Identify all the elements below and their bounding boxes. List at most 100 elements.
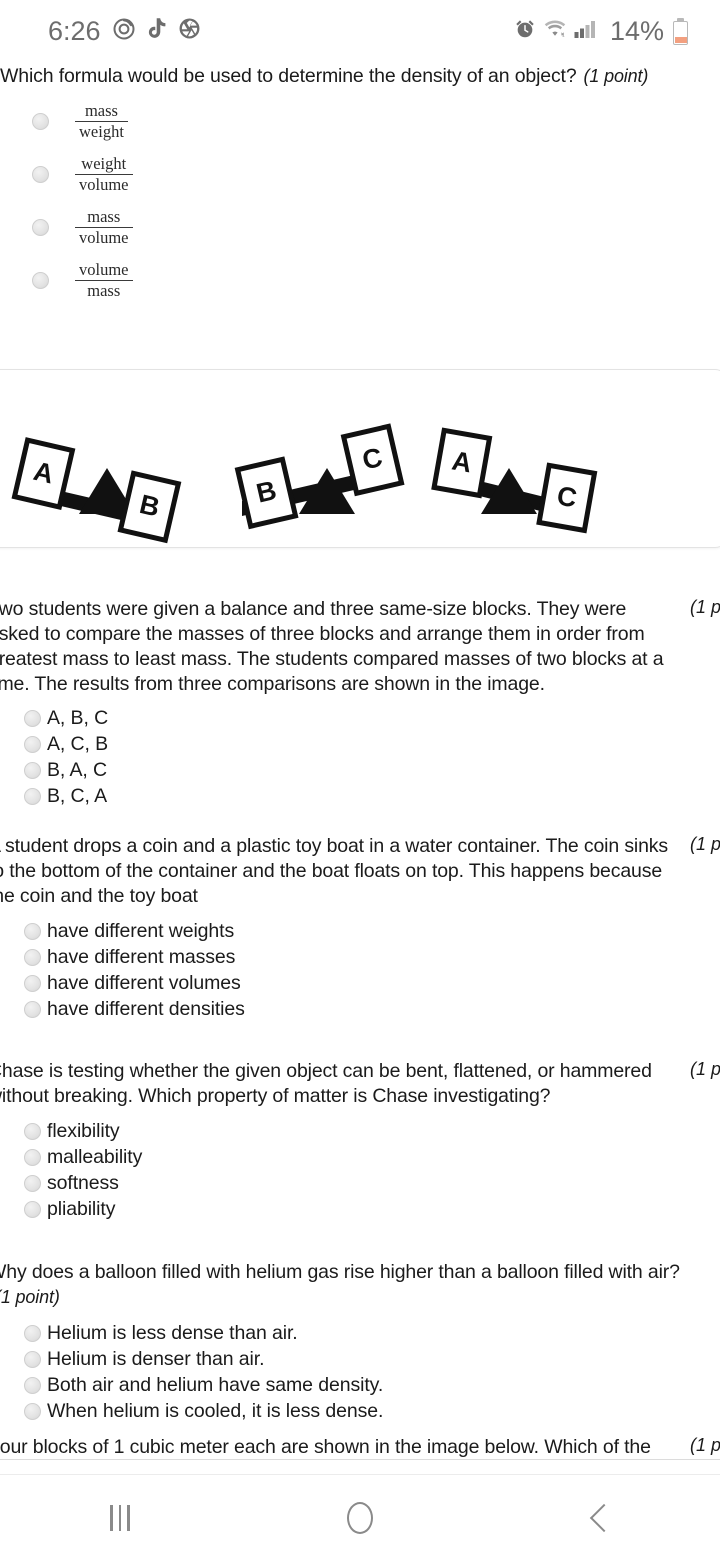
options-list: A, B, C A, C, B B, A, C B, C, A — [24, 705, 720, 809]
radio-button[interactable] — [24, 735, 41, 753]
option-row[interactable]: pliability — [24, 1196, 720, 1222]
question-text: Which formula would be used to determine… — [0, 65, 649, 87]
option-row[interactable]: Helium is less dense than air. — [24, 1320, 720, 1346]
option-label: flexibility — [47, 1120, 120, 1142]
option-label: Both air and helium have same density. — [47, 1374, 384, 1396]
balance-scale-a-c: A C — [431, 427, 598, 534]
radio-button[interactable] — [24, 1402, 41, 1420]
option-label: pliability — [47, 1198, 116, 1220]
fraction-mass-over-volume: mass volume — [75, 207, 133, 248]
question-balance-blocks: Two students were given a balance and th… — [0, 597, 720, 809]
radio-button[interactable] — [24, 974, 41, 992]
points-label: (1 point) — [583, 66, 649, 86]
option-row[interactable]: mass volume — [0, 201, 720, 254]
option-label: Helium is denser than air. — [47, 1348, 265, 1370]
radio-button[interactable] — [24, 1000, 41, 1018]
option-row[interactable]: have different volumes — [24, 970, 720, 996]
options-list: mass weight weight volume mass volume vo… — [0, 95, 720, 307]
option-row[interactable]: B, A, C — [24, 757, 720, 783]
radio-button[interactable] — [24, 1122, 41, 1140]
balance-diagram: A B B C A C — [0, 370, 720, 547]
question-density-formula: Which formula would be used to determine… — [0, 64, 720, 301]
status-bar-left: 6:26 — [48, 16, 201, 47]
points-label: (1 point) — [690, 1435, 720, 1455]
back-button[interactable] — [540, 1475, 660, 1560]
option-label: have different densities — [47, 998, 245, 1020]
quiz-scroll-area[interactable]: Which formula would be used to determine… — [0, 62, 720, 1474]
options-list: Helium is less dense than air. Helium is… — [24, 1320, 720, 1424]
alarm-icon — [514, 18, 536, 45]
fraction-volume-over-mass: volume mass — [75, 260, 133, 301]
option-label: A, B, C — [47, 707, 109, 729]
radio-button[interactable] — [32, 166, 49, 183]
home-icon — [347, 1501, 373, 1534]
option-row[interactable]: weight volume — [0, 148, 720, 201]
radio-button[interactable] — [24, 761, 41, 779]
balance-image-card: A B B C A C — [0, 369, 720, 548]
radio-button[interactable] — [24, 1350, 41, 1368]
option-row[interactable]: Helium is denser than air. — [24, 1346, 720, 1372]
radio-button[interactable] — [24, 1174, 41, 1192]
radio-button[interactable] — [24, 1324, 41, 1342]
question-coin-boat: A student drops a coin and a plastic toy… — [0, 834, 720, 1022]
status-bar: 6:26 14% — [0, 0, 720, 62]
radio-button[interactable] — [32, 113, 49, 130]
option-row[interactable]: mass weight — [0, 95, 720, 148]
radio-button[interactable] — [24, 1376, 41, 1394]
radio-button[interactable] — [24, 948, 41, 966]
points-label: (1 point) — [690, 834, 720, 854]
recents-button[interactable] — [60, 1475, 180, 1560]
points-label: (1 point) — [690, 1059, 720, 1079]
cellular-signal-icon — [574, 18, 600, 45]
battery-icon — [673, 17, 688, 45]
radio-button[interactable] — [24, 1200, 41, 1218]
option-row[interactable]: have different weights — [24, 918, 720, 944]
option-label: A, C, B — [47, 733, 109, 755]
radio-button[interactable] — [24, 922, 41, 940]
option-row[interactable]: flexibility — [24, 1118, 720, 1144]
option-row[interactable]: A, C, B — [24, 731, 720, 757]
question-text: Four blocks of 1 cubic meter each are sh… — [0, 1436, 651, 1458]
battery-percentage: 14% — [609, 15, 664, 46]
fraction-weight-over-volume: weight volume — [75, 154, 133, 195]
radio-button[interactable] — [24, 787, 41, 805]
fraction-mass-over-weight: mass weight — [75, 101, 128, 142]
option-row[interactable]: When helium is cooled, it is less dense. — [24, 1398, 720, 1424]
option-row[interactable]: volume mass — [0, 254, 720, 307]
back-chevron-icon — [589, 1503, 619, 1532]
radio-button[interactable] — [24, 709, 41, 727]
android-navigation-bar — [0, 1474, 720, 1560]
options-list: have different weights have different ma… — [24, 918, 720, 1022]
option-label: have different volumes — [47, 972, 241, 994]
question-chase-property: Chase is testing whether the given objec… — [0, 1059, 720, 1222]
option-row[interactable]: softness — [24, 1170, 720, 1196]
balance-scales-svg: A B B C A C — [11, 423, 598, 544]
option-row[interactable]: have different densities — [24, 996, 720, 1022]
clock-app-icon — [112, 17, 136, 46]
radio-button[interactable] — [32, 219, 49, 236]
home-button[interactable] — [300, 1475, 420, 1560]
wifi-icon — [543, 18, 567, 45]
radio-button[interactable] — [24, 1148, 41, 1166]
option-label: B, C, A — [47, 785, 107, 807]
option-label: Helium is less dense than air. — [47, 1322, 298, 1344]
option-label: When helium is cooled, it is less dense. — [47, 1400, 384, 1422]
options-list: flexibility malleability softness pliabi… — [24, 1118, 720, 1222]
option-row[interactable]: malleability — [24, 1144, 720, 1170]
status-bar-clock: 6:26 — [48, 15, 101, 46]
question-helium-balloon: Why does a balloon filled with helium ga… — [0, 1260, 720, 1424]
balance-scale-b-c: B C — [234, 423, 405, 530]
camera-shutter-icon — [178, 17, 201, 45]
option-row[interactable]: Both air and helium have same density. — [24, 1372, 720, 1398]
option-label: malleability — [47, 1146, 143, 1168]
option-label: have different weights — [47, 920, 235, 942]
option-row[interactable]: A, B, C — [24, 705, 720, 731]
balance-scale-a-b: A B — [11, 437, 182, 544]
question-four-blocks: Four blocks of 1 cubic meter each are sh… — [0, 1435, 720, 1460]
option-row[interactable]: have different masses — [24, 944, 720, 970]
option-row[interactable]: B, C, A — [24, 783, 720, 809]
radio-button[interactable] — [32, 272, 49, 289]
tiktok-icon — [147, 17, 167, 46]
option-label: softness — [47, 1172, 119, 1194]
question-text: Chase is testing whether the given objec… — [0, 1060, 652, 1107]
